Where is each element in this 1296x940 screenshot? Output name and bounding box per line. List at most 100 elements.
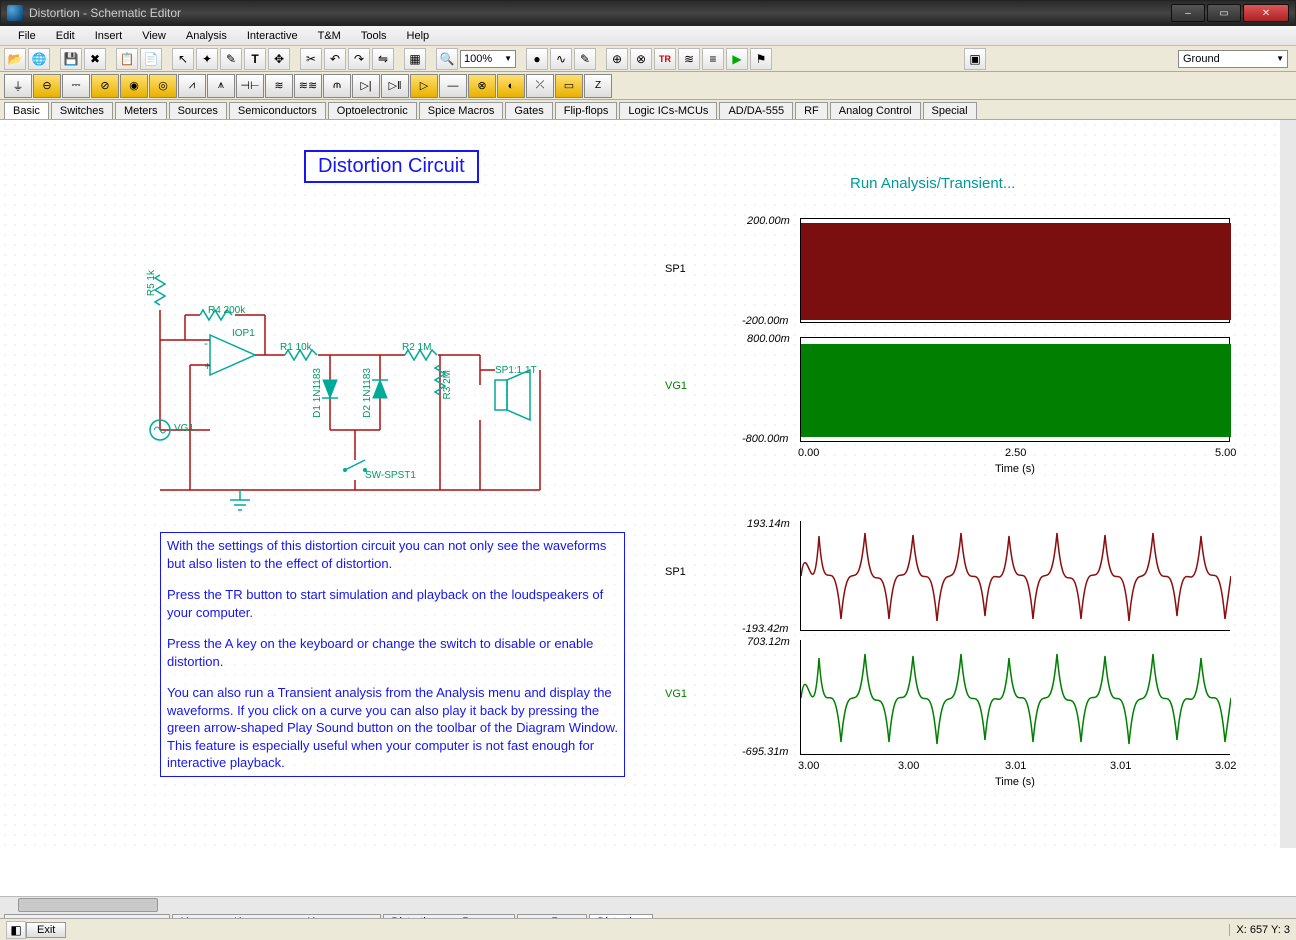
meter1-icon[interactable]: ⊕: [606, 48, 628, 70]
maximize-button[interactable]: ▭: [1207, 4, 1241, 22]
main-toolbar: 📂 🌐 💾 ✖ 📋 📄 ↖ ✦ ✎ T ✥ ✂ ↶ ↷ ⇋ ▦ 🔍 100% ▼…: [0, 46, 1296, 72]
text-icon[interactable]: T: [244, 48, 266, 70]
tab-gates[interactable]: Gates: [505, 102, 552, 119]
tab-basic[interactable]: Basic: [4, 102, 49, 119]
menu-tm[interactable]: T&M: [308, 28, 351, 44]
comp-ground-icon[interactable]: ⏚: [4, 74, 32, 98]
instr-p4: You can also run a Transient analysis fr…: [167, 684, 618, 772]
tab-logic-ics[interactable]: Logic ICs-MCUs: [619, 102, 717, 119]
scope-icon[interactable]: ≡: [702, 48, 724, 70]
wire-icon[interactable]: ✎: [220, 48, 242, 70]
tab-adda555[interactable]: AD/DA-555: [719, 102, 793, 119]
pointer-icon[interactable]: ↖: [172, 48, 194, 70]
zoom-icon[interactable]: 🔍: [436, 48, 458, 70]
comp-zener-icon[interactable]: ▷‖: [381, 74, 409, 98]
chart1-vg1-plot[interactable]: [800, 337, 1230, 442]
cut-icon[interactable]: ✂: [300, 48, 322, 70]
instr-p2: Press the TR button to start simulation …: [167, 586, 618, 621]
globe-icon[interactable]: 🌐: [28, 48, 50, 70]
open-icon[interactable]: 📂: [4, 48, 26, 70]
comp-battery-icon[interactable]: ⎓: [62, 74, 90, 98]
chart2-sp1-plot[interactable]: [800, 521, 1230, 631]
save-icon[interactable]: 💾: [60, 48, 82, 70]
comp-coupled-icon[interactable]: ⫙: [323, 74, 351, 98]
grid-icon[interactable]: ▦: [404, 48, 426, 70]
menu-edit[interactable]: Edit: [46, 28, 85, 44]
canvas[interactable]: Distortion Circuit - +: [0, 120, 1296, 848]
tab-switches[interactable]: Switches: [51, 102, 113, 119]
chart2-vg1-plot[interactable]: [800, 640, 1230, 755]
pin-label-icon[interactable]: ▣: [964, 48, 986, 70]
horizontal-scrollbar[interactable]: [0, 896, 1296, 913]
close-file-icon[interactable]: ✖: [84, 48, 106, 70]
flag-icon[interactable]: ⚑: [750, 48, 772, 70]
comp-ac-source-icon[interactable]: ◉: [120, 74, 148, 98]
chart1-sp1-plot[interactable]: [800, 218, 1230, 323]
comp-resistor-icon[interactable]: ⩘: [178, 74, 206, 98]
meter2-icon[interactable]: ⊗: [630, 48, 652, 70]
comp-jumper-icon[interactable]: —: [439, 74, 467, 98]
chart1-xt1: 2.50: [1005, 447, 1026, 459]
close-button[interactable]: ✕: [1243, 4, 1289, 22]
tr-icon[interactable]: TR: [654, 48, 676, 70]
run-ac-icon[interactable]: ∿: [550, 48, 572, 70]
comp-diode-icon[interactable]: ▷|: [352, 74, 380, 98]
mirror-icon[interactable]: ⇋: [372, 48, 394, 70]
play-icon[interactable]: ▶: [726, 48, 748, 70]
rotate-left-icon[interactable]: ↶: [324, 48, 346, 70]
comp-voltage-source-icon[interactable]: ⊖: [33, 74, 61, 98]
tab-sources[interactable]: Sources: [169, 102, 227, 119]
tab-special[interactable]: Special: [923, 102, 977, 119]
tab-semiconductors[interactable]: Semiconductors: [229, 102, 326, 119]
label-vg1: VG1: [174, 423, 194, 434]
label-sp1: SP1:1 1T: [495, 365, 537, 376]
comp-current-source-icon[interactable]: ⊘: [91, 74, 119, 98]
rotate-right-icon[interactable]: ↷: [348, 48, 370, 70]
chart1-xt0: 0.00: [798, 447, 819, 459]
minimize-button[interactable]: –: [1171, 4, 1205, 22]
zoom-combo[interactable]: 100% ▼: [460, 50, 516, 68]
comp-motor-icon[interactable]: ◐: [497, 74, 525, 98]
menu-tools[interactable]: Tools: [351, 28, 397, 44]
tab-rf[interactable]: RF: [795, 102, 828, 119]
comp-opamp-icon[interactable]: ▷: [410, 74, 438, 98]
comp-transformer-icon[interactable]: ≋≋: [294, 74, 322, 98]
ground-dropdown[interactable]: Ground ▼: [1178, 50, 1288, 68]
menu-interactive[interactable]: Interactive: [237, 28, 308, 44]
menu-insert[interactable]: Insert: [85, 28, 133, 44]
menu-help[interactable]: Help: [397, 28, 440, 44]
scrollbar-thumb[interactable]: [18, 898, 158, 912]
chart2-vg1-top: 703.12m: [747, 636, 790, 648]
tab-optoelectronic[interactable]: Optoelectronic: [328, 102, 417, 119]
menu-analysis[interactable]: Analysis: [176, 28, 237, 44]
node-icon[interactable]: ✦: [196, 48, 218, 70]
chart1-xlabel: Time (s): [995, 463, 1035, 475]
comp-relay-icon[interactable]: ▭: [555, 74, 583, 98]
move-icon[interactable]: ✥: [268, 48, 290, 70]
probe-icon[interactable]: ✎: [574, 48, 596, 70]
run-dc-icon[interactable]: ●: [526, 48, 548, 70]
comp-pulse-source-icon[interactable]: ◎: [149, 74, 177, 98]
instructions-box: With the settings of this distortion cir…: [160, 532, 625, 777]
menu-file[interactable]: File: [8, 28, 46, 44]
tab-analog-control[interactable]: Analog Control: [830, 102, 921, 119]
comp-lamp-icon[interactable]: ⊗: [468, 74, 496, 98]
comp-potentiometer-icon[interactable]: ⩚: [207, 74, 235, 98]
vertical-scrollbar[interactable]: [1280, 120, 1296, 848]
comp-inductor-icon[interactable]: ≋: [265, 74, 293, 98]
comp-impedance-icon[interactable]: Z: [584, 74, 612, 98]
comp-switch-icon[interactable]: ⤫: [526, 74, 554, 98]
comp-capacitor-icon[interactable]: ⊣⊢: [236, 74, 264, 98]
status-icon[interactable]: ◧: [6, 921, 26, 939]
signal-icon[interactable]: ≋: [678, 48, 700, 70]
chart1-sp1-top: 200.00m: [747, 215, 790, 227]
menu-view[interactable]: View: [132, 28, 176, 44]
tab-spice-macros[interactable]: Spice Macros: [419, 102, 504, 119]
run-analysis-link[interactable]: Run Analysis/Transient...: [850, 175, 1015, 192]
exit-button[interactable]: Exit: [26, 922, 66, 938]
tab-meters[interactable]: Meters: [115, 102, 167, 119]
tab-flipflops[interactable]: Flip-flops: [555, 102, 618, 119]
paste-icon[interactable]: 📄: [140, 48, 162, 70]
copy-icon[interactable]: 📋: [116, 48, 138, 70]
app-icon: [7, 5, 23, 21]
